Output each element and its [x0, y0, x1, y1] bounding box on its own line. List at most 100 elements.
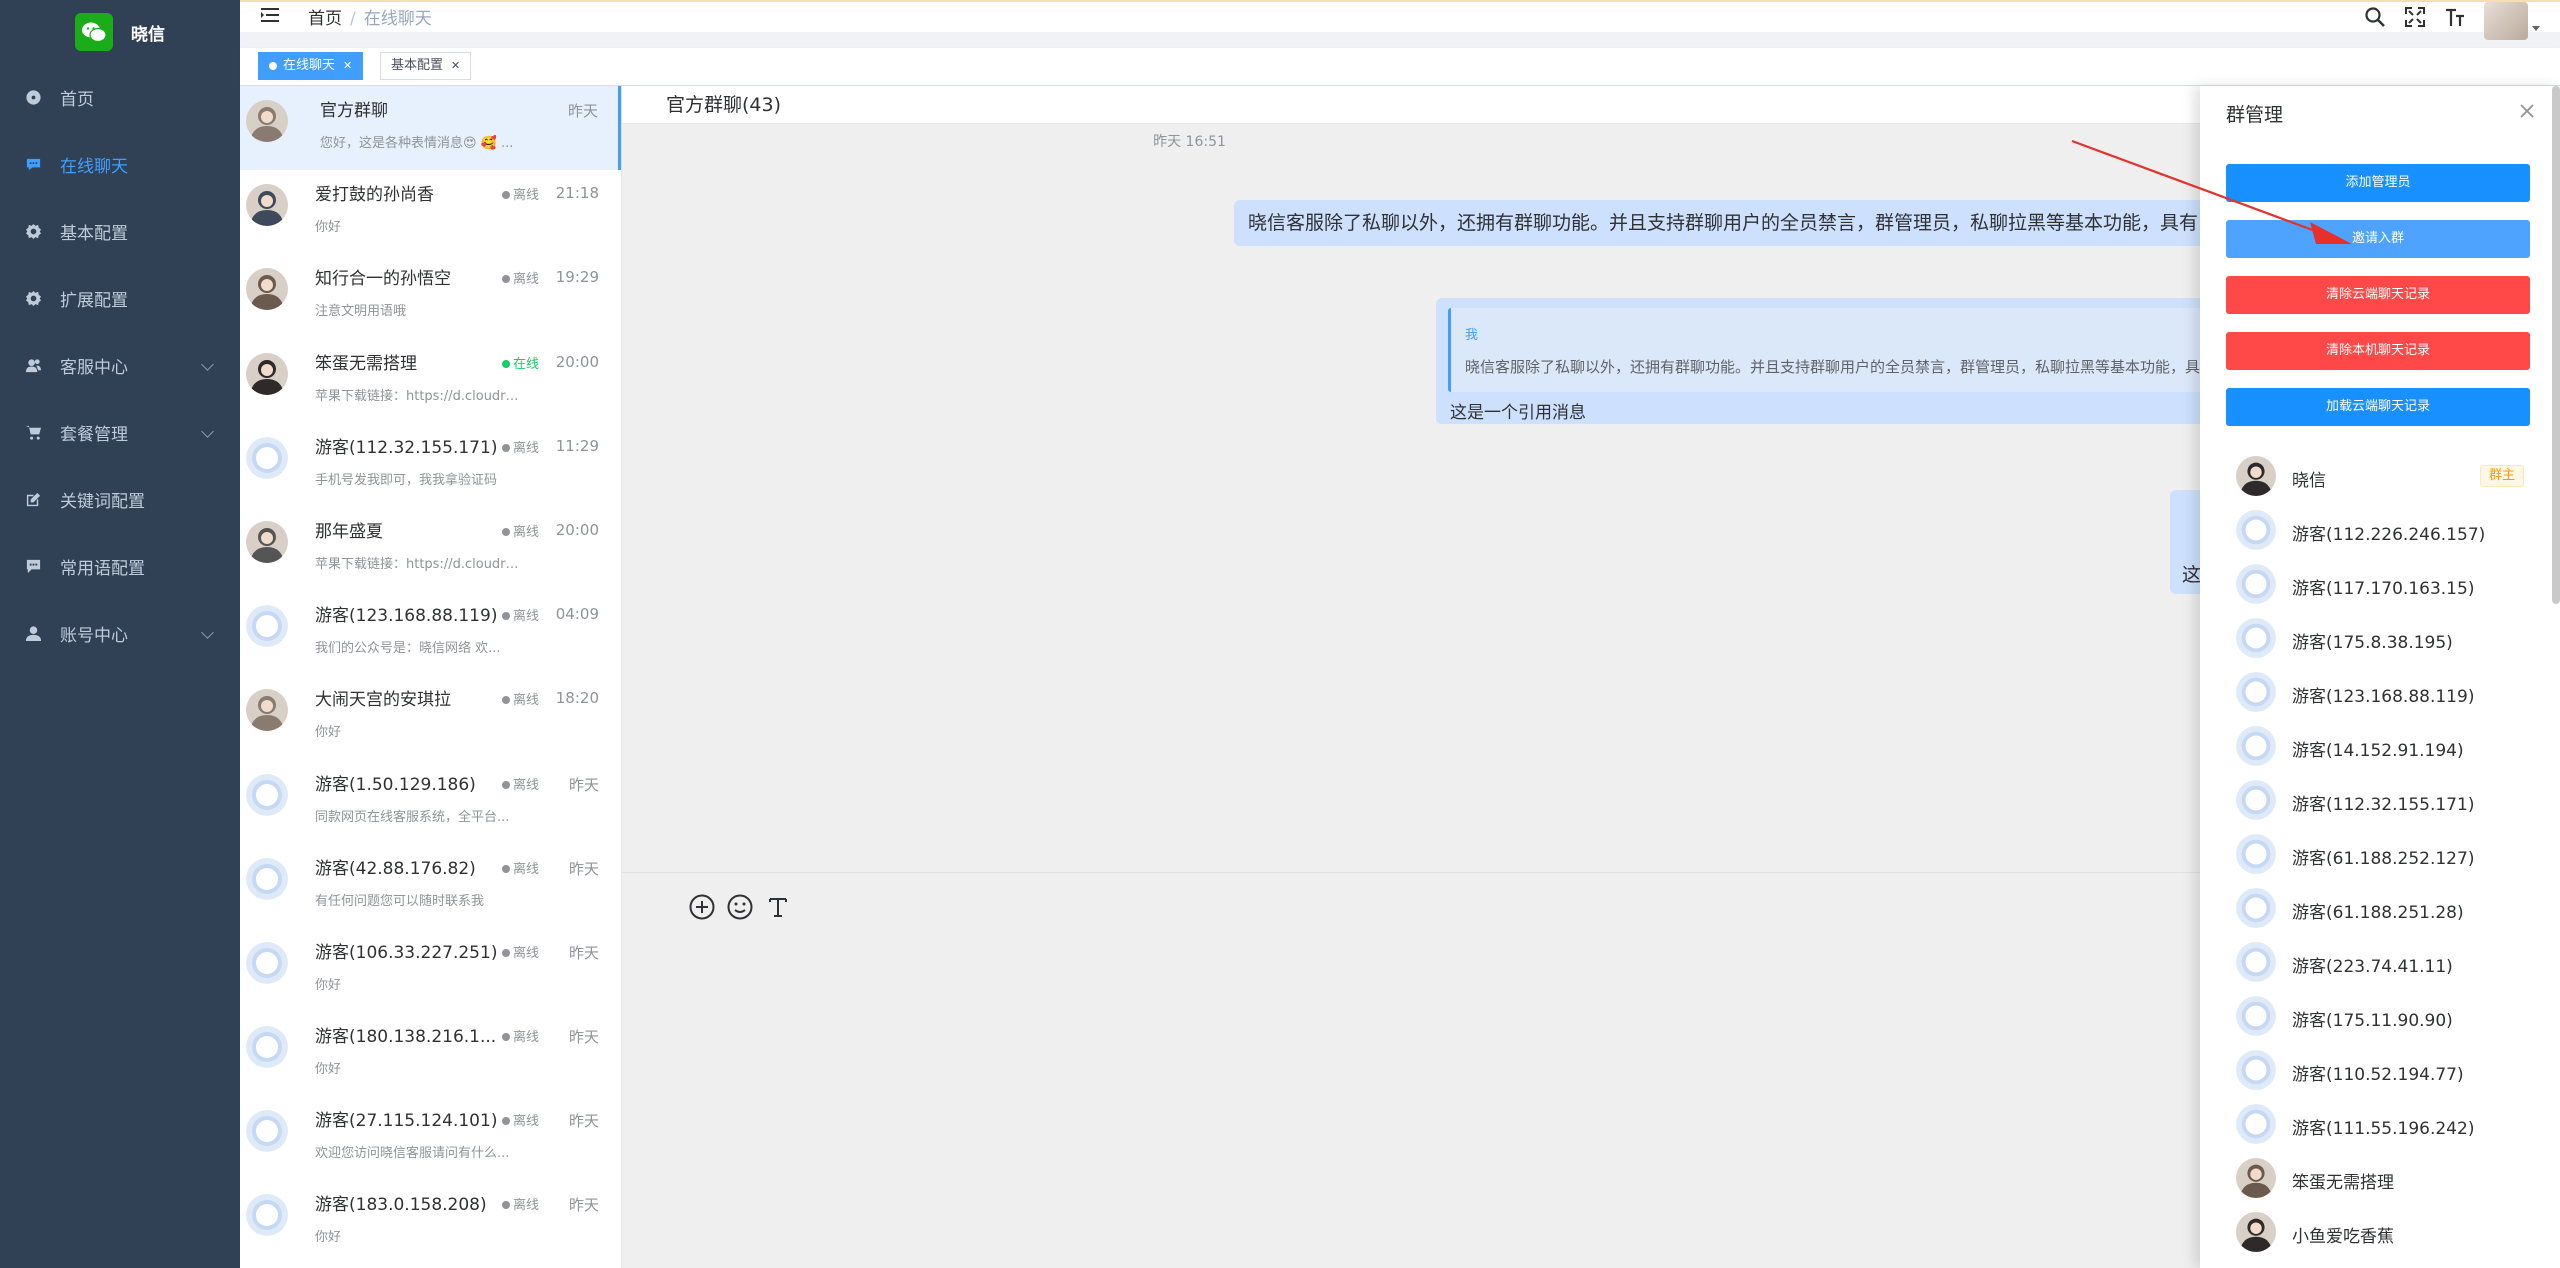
group-member[interactable]: 游客(14.152.91.194) — [2236, 726, 2536, 766]
group-member[interactable]: 游客(61.188.251.28) — [2236, 888, 2536, 928]
member-name: 游客(61.188.252.127) — [2292, 849, 2475, 869]
group-member[interactable]: 小鱼爱吃香蕉 — [2236, 1212, 2536, 1252]
conversation-time: 昨天 — [568, 1196, 599, 1215]
member-name: 游客(111.55.196.242) — [2292, 1119, 2475, 1139]
tags-view: 在线聊天 ✕ 基本配置 ✕ — [240, 48, 2560, 86]
group-member[interactable]: 游客(110.52.194.77) — [2236, 1050, 2536, 1090]
close-icon[interactable] — [2518, 102, 2536, 120]
status-text: 离线 — [513, 1198, 540, 1214]
status-dot-icon — [502, 443, 510, 452]
chat-panel: 官方群聊(43) 昨天 16:51 晓信客服除了私聊以外，还拥有群聊功能。并且支… — [622, 86, 2236, 1268]
status-badge: 离线 — [502, 942, 539, 961]
conversation-item[interactable]: 大闹天宫的安琪拉 离线 18:20 你好 — [240, 675, 621, 759]
sidebar-item-6[interactable]: 关键词配置 — [0, 466, 240, 533]
sidebar-item-1[interactable]: 在线聊天 — [0, 131, 240, 198]
group-member[interactable]: 游客(61.188.252.127) — [2236, 834, 2536, 874]
emoji-icon[interactable] — [726, 893, 754, 925]
status-text: 离线 — [513, 272, 540, 288]
sidebar-item-5[interactable]: 套餐管理 — [0, 399, 240, 466]
scrollbar[interactable] — [2552, 86, 2560, 604]
quote-message-bubble[interactable]: 我 晓信客服除了私聊以外，还拥有群聊功能。并且支持群聊用户的全员禁言，群管理员，… — [1436, 298, 2236, 424]
message-text: 这 — [2182, 564, 2202, 586]
avatar — [2236, 1050, 2276, 1090]
conversation-item[interactable]: 爱打鼓的孙尚香 离线 21:18 你好 — [240, 170, 621, 254]
avatar — [246, 352, 288, 395]
chevron-down-icon — [201, 626, 214, 639]
user-avatar[interactable] — [2484, 2, 2528, 40]
chevron-down-icon — [201, 425, 214, 438]
conversation-name: 游客(1.50.129.186) — [315, 774, 476, 795]
quoted-message[interactable]: 我 晓信客服除了私聊以外，还拥有群聊功能。并且支持群聊用户的全员禁言，群管理员，… — [1448, 308, 2236, 392]
conversation-item[interactable]: 游客(183.0.158.208) 离线 昨天 你好 — [240, 1180, 621, 1264]
group-member[interactable]: 晓信 群主 — [2236, 456, 2536, 496]
conversation-item[interactable]: 游客(112.32.155.171) 离线 11:29 手机号发我即可，我我拿验证码 — [240, 423, 621, 507]
sidebar-item-8[interactable]: 账号中心 — [0, 600, 240, 667]
conversation-preview: 我们的公众号是：晓信网络 欢... — [315, 641, 501, 657]
font-size-icon[interactable] — [2444, 6, 2466, 32]
avatar — [246, 520, 288, 563]
fullscreen-icon[interactable] — [2404, 6, 2426, 32]
sidebar-item-3[interactable]: 扩展配置 — [0, 265, 240, 332]
conversation-time: 19:29 — [555, 268, 599, 287]
add-admin-button[interactable]: 添加管理员 — [2226, 164, 2530, 202]
sidebar-item-2[interactable]: 基本配置 — [0, 198, 240, 265]
conversation-item[interactable]: 笨蛋无需搭理 在线 20:00 苹果下载链接：https://d.cloudr2... — [240, 339, 621, 423]
conversation-item[interactable]: 游客(180.138.216.1... 离线 昨天 你好 — [240, 1012, 621, 1096]
tab-basic-config[interactable]: 基本配置 ✕ — [380, 52, 472, 80]
chevron-down-icon[interactable] — [2532, 25, 2540, 31]
group-member[interactable]: 游客(175.11.90.90) — [2236, 996, 2536, 1036]
message-input-area[interactable] — [622, 872, 2200, 1268]
app-logo[interactable]: 晓信 — [0, 0, 240, 64]
conversation-preview: 你好 — [315, 725, 342, 741]
sidebar-item-label: 关键词配置 — [60, 492, 145, 512]
conversation-item[interactable]: 游客(106.33.227.251) 离线 昨天 你好 — [240, 928, 621, 1012]
conversation-item[interactable]: 游客(1.50.129.186) 离线 昨天 同款网页在线客服系统，全平台... — [240, 760, 621, 844]
avatar — [246, 1110, 288, 1153]
conversation-item[interactable]: 游客(123.168.88.119) 离线 04:09 我们的公众号是：晓信网络 欢.… — [240, 591, 621, 675]
conversation-item[interactable]: 知行合一的孙悟空 离线 19:29 注意文明用语哦 — [240, 254, 621, 338]
conversation-item[interactable]: 游客(27.115.124.101) 离线 昨天 欢迎您访问晓信客服请问有什么... — [240, 1096, 621, 1180]
breadcrumb-home[interactable]: 首页 — [308, 9, 342, 29]
message-bubble[interactable]: 晓信客服除了私聊以外，还拥有群聊功能。并且支持群聊用户的全员禁言，群管理员，私聊… — [1234, 200, 2234, 246]
avatar — [2236, 834, 2276, 874]
close-icon[interactable]: ✕ — [451, 59, 460, 72]
group-member[interactable]: 游客(117.170.163.15) — [2236, 564, 2536, 604]
conversation-item[interactable]: 游客(42.88.176.82) 离线 昨天 有任何问题您可以随时联系我 — [240, 844, 621, 928]
conversation-item[interactable]: 那年盛夏 离线 20:00 苹果下载链接：https://d.cloudr2... — [240, 507, 621, 591]
sidebar-item-0[interactable]: 首页 — [0, 64, 240, 131]
tab-online-chat[interactable]: 在线聊天 ✕ — [258, 52, 364, 80]
clear-cloud-history-button[interactable]: 清除云端聊天记录 — [2226, 276, 2530, 314]
avatar — [2236, 780, 2276, 820]
group-member[interactable]: 游客(111.55.196.242) — [2236, 1104, 2536, 1144]
group-member[interactable]: 笨蛋无需搭理 — [2236, 1158, 2536, 1198]
group-member[interactable]: 游客(123.168.88.119) — [2236, 672, 2536, 712]
status-text: 离线 — [513, 861, 540, 877]
conversation-item[interactable]: 官方群聊 昨天 您好，这是各种表情消息😍 🥰 ... — [240, 86, 621, 171]
load-cloud-history-button[interactable]: 加载云端聊天记录 — [2226, 388, 2530, 426]
sidebar-item-4[interactable]: 客服中心 — [0, 332, 240, 399]
user-group-icon — [24, 357, 42, 375]
status-badge: 离线 — [502, 521, 539, 540]
status-text: 离线 — [513, 440, 540, 456]
text-format-icon[interactable] — [764, 893, 792, 925]
close-icon[interactable]: ✕ — [343, 59, 352, 72]
plus-icon[interactable] — [688, 893, 716, 925]
member-name: 笨蛋无需搭理 — [2292, 1173, 2394, 1193]
sidebar-item-7[interactable]: 常用语配置 — [0, 533, 240, 600]
group-member[interactable]: 游客(112.32.155.171) — [2236, 780, 2536, 820]
group-member[interactable]: 游客(112.226.246.157) — [2236, 510, 2536, 550]
hamburger-menu-icon[interactable] — [260, 5, 280, 25]
conversation-preview: 同款网页在线客服系统，全平台... — [315, 809, 510, 825]
avatar — [2236, 942, 2276, 982]
group-member[interactable]: 游客(175.8.38.195) — [2236, 618, 2536, 658]
conversation-name: 笨蛋无需搭理 — [315, 353, 417, 374]
member-name: 游客(175.11.90.90) — [2292, 1011, 2453, 1031]
search-icon[interactable] — [2364, 6, 2386, 32]
conversation-preview: 苹果下载链接：https://d.cloudr2... — [315, 388, 525, 404]
avatar — [2236, 456, 2276, 496]
user-icon — [24, 625, 42, 643]
gear-icon — [24, 290, 42, 308]
group-member[interactable]: 游客(223.74.41.11) — [2236, 942, 2536, 982]
clear-local-history-button[interactable]: 清除本机聊天记录 — [2226, 332, 2530, 370]
invite-to-group-button[interactable]: 邀请入群 — [2226, 220, 2530, 258]
